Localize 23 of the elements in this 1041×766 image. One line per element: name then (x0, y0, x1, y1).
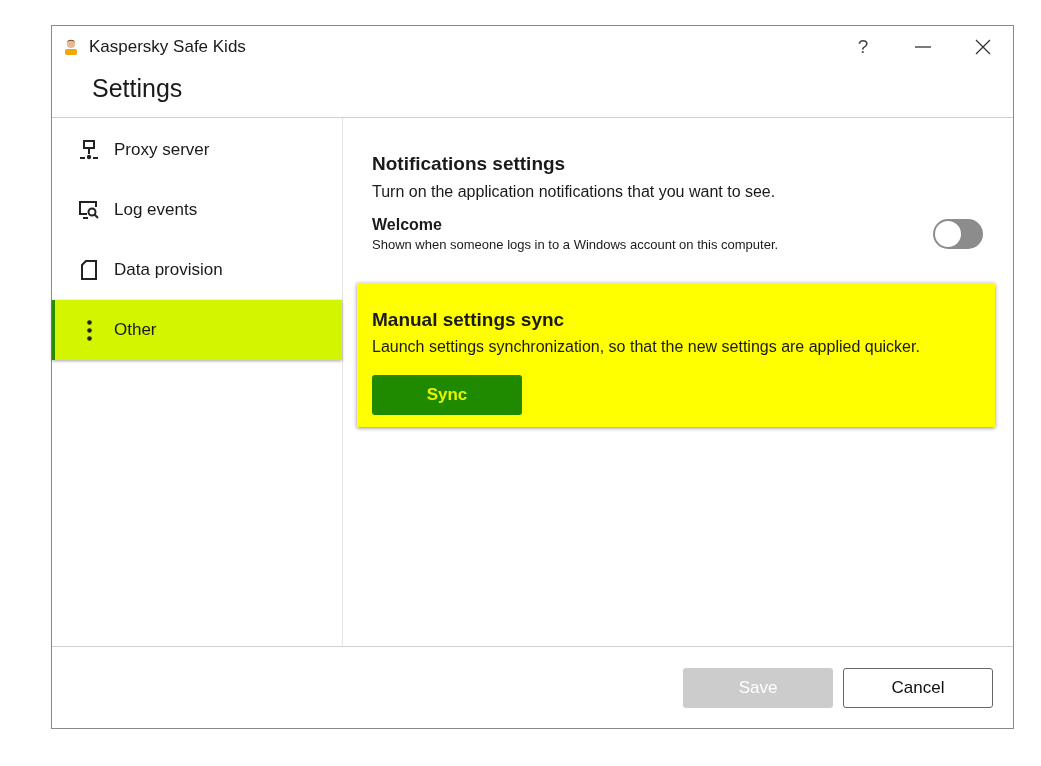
section-description: Turn on the application notifications that you want to see. (372, 182, 777, 202)
more-icon (86, 319, 92, 341)
sidebar-item[interactable]: Proxy server (52, 120, 342, 180)
card-title: Manual settings sync (372, 308, 566, 332)
toggle-switch[interactable] (933, 219, 983, 249)
child-avatar-icon (64, 39, 78, 55)
document-icon (78, 259, 100, 281)
section-title: Notifications settings (372, 152, 567, 176)
setting-description: Shown when someone logs in to a Windows account on this computer. (372, 236, 780, 254)
sidebar-item[interactable]: Log events (52, 180, 342, 240)
cancel-button[interactable]: Cancel (843, 667, 993, 708)
close-icon (975, 39, 991, 55)
setting-title: Welcome (372, 215, 443, 235)
page-title: Settings (92, 73, 183, 104)
help-button[interactable]: ? (833, 29, 893, 65)
network-icon (78, 139, 100, 161)
window-title: Kaspersky Safe Kids (89, 36, 246, 59)
card-description: Launch settings synchronization, so that the new settings are applied quicker. (372, 337, 921, 357)
sidebar-item[interactable]: Data provision (52, 240, 342, 300)
sync-button[interactable]: Sync (372, 375, 522, 415)
minimize-icon (915, 46, 931, 48)
sidebar-item[interactable]: Other (52, 300, 342, 360)
monitor-search-icon (78, 199, 100, 221)
